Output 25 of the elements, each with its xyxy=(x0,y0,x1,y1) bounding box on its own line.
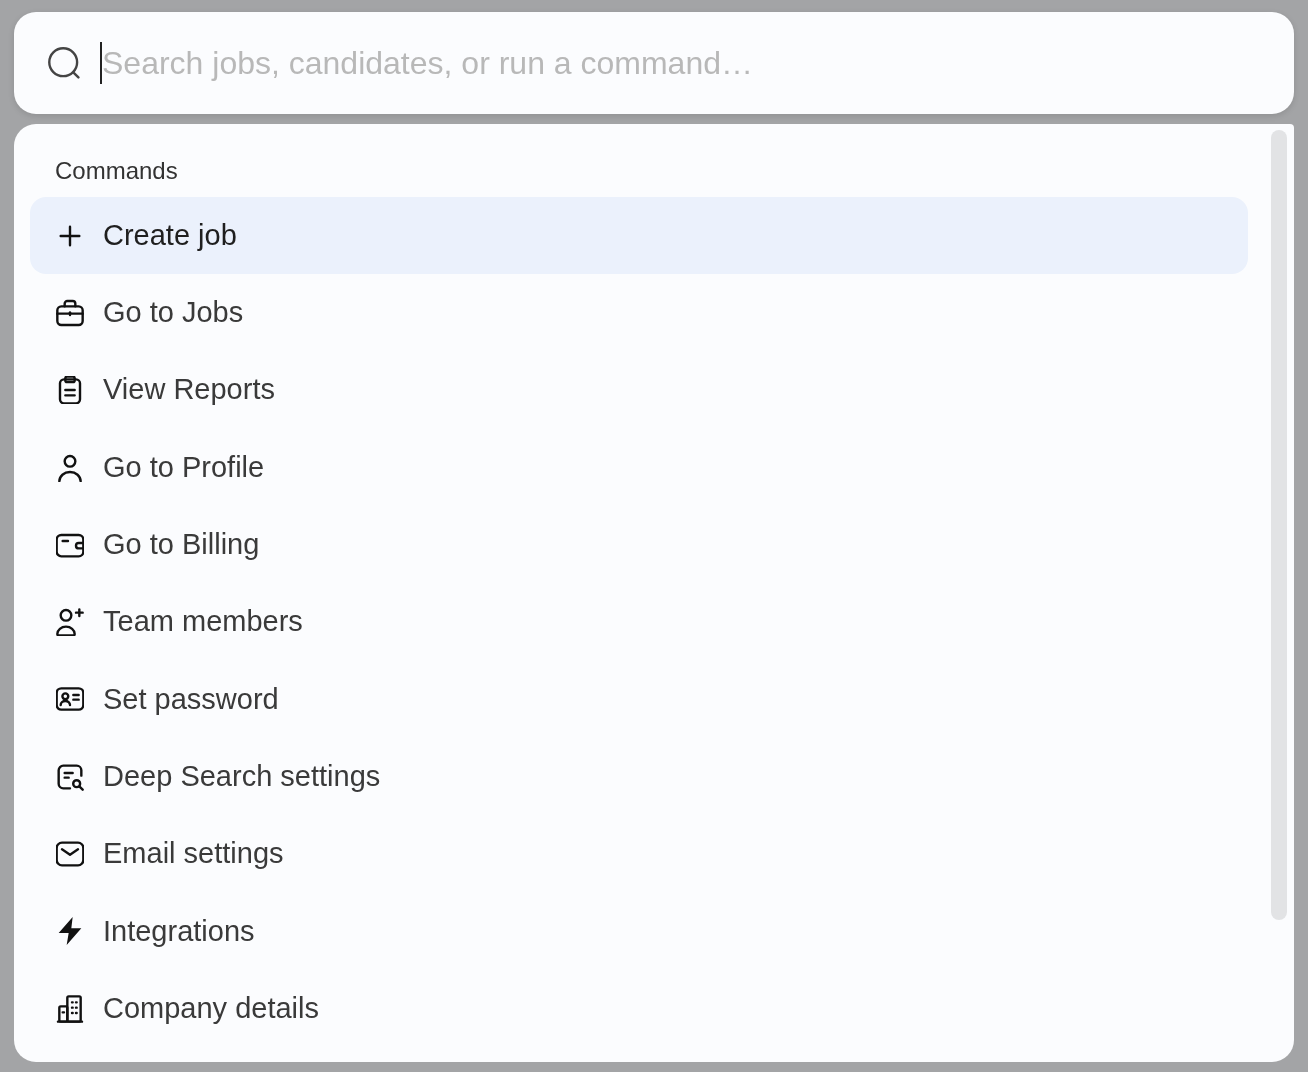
command-item[interactable]: Email settings xyxy=(30,815,1248,893)
briefcase-icon xyxy=(56,298,84,327)
scrollbar[interactable] xyxy=(1271,130,1287,920)
user-plus-icon xyxy=(56,608,84,637)
search-bar[interactable]: Search jobs, candidates, or run a command… xyxy=(14,12,1294,114)
command-item[interactable]: View Reports xyxy=(30,351,1248,429)
search-field[interactable]: Search jobs, candidates, or run a command… xyxy=(100,38,1264,88)
id-card-icon xyxy=(56,685,84,714)
clipboard-icon xyxy=(56,376,84,405)
command-item[interactable]: Integrations xyxy=(30,892,1248,970)
search-icon xyxy=(48,47,80,79)
command-item[interactable]: Set password xyxy=(30,660,1248,739)
document-search-icon xyxy=(56,762,84,791)
command-item[interactable]: Go to Profile xyxy=(30,428,1248,507)
command-item[interactable]: Go to Jobs xyxy=(30,274,1248,352)
building-icon xyxy=(56,994,84,1023)
command-item[interactable]: Go to Billing xyxy=(30,506,1248,584)
lightning-bolt-icon xyxy=(56,917,84,946)
command-item[interactable]: Company details xyxy=(30,969,1248,1048)
command-item[interactable]: Team members xyxy=(30,583,1248,661)
user-icon xyxy=(56,453,84,482)
command-item[interactable]: Deep Search settings xyxy=(30,738,1248,816)
group-heading: Commands xyxy=(54,156,179,186)
command-item[interactable]: Create job xyxy=(30,197,1248,275)
mail-icon xyxy=(56,840,84,868)
